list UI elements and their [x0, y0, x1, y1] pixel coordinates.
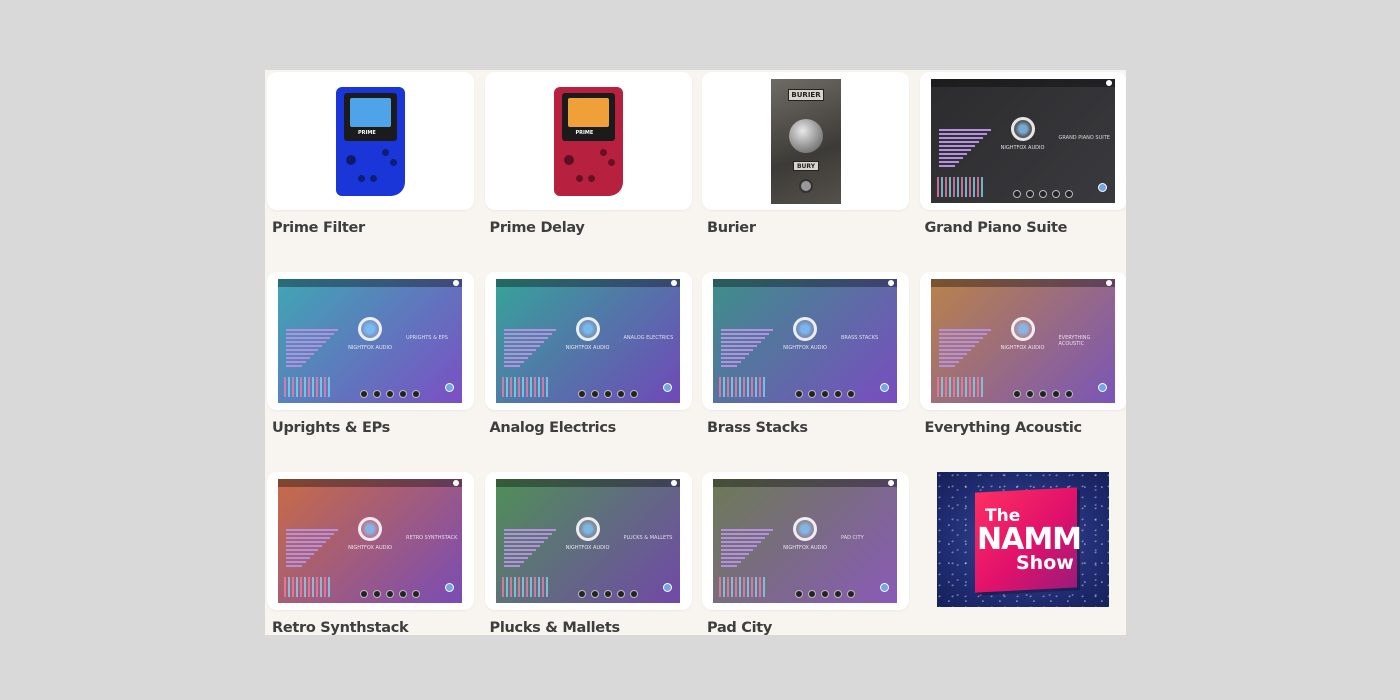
plugin-screenshot: NIGHTFOX AUDIO BRASS STACKS	[713, 279, 897, 403]
product-image-card[interactable]: NIGHTFOX AUDIO GRAND PIANO SUITE	[919, 72, 1126, 210]
namm-show-banner[interactable]: The NAMM Show	[937, 472, 1109, 607]
product-image-card[interactable]: NIGHTFOX AUDIO UPRIGHTS & EPS	[267, 272, 474, 410]
product-image-card[interactable]: NIGHTFOX AUDIO RETRO SYNTHSTACK	[267, 472, 474, 610]
product-image-card[interactable]: NIGHTFOX AUDIO ANALOG ELECTRICS	[484, 272, 692, 410]
product-image-card[interactable]: PRIME	[484, 72, 692, 210]
product-tile[interactable]: NIGHTFOX AUDIO GRAND PIANO SUITE Grand Pia…	[919, 72, 1126, 271]
plugin-screenshot: NIGHTFOX AUDIO RETRO SYNTHSTACK	[278, 479, 462, 603]
product-title[interactable]: Burier	[707, 220, 756, 236]
product-title[interactable]: Everything Acoustic	[925, 420, 1083, 436]
product-image-card[interactable]: NIGHTFOX AUDIO EVERYTHING ACOUSTIC	[919, 272, 1126, 410]
product-title[interactable]: Retro Synthstack	[272, 620, 409, 635]
product-title[interactable]: Prime Delay	[490, 220, 585, 236]
device-image: PRIME	[336, 87, 405, 196]
product-tile[interactable]: NIGHTFOX AUDIO ANALOG ELECTRICS Analog Ele…	[484, 272, 692, 471]
product-image-card[interactable]: PRIME	[267, 72, 474, 210]
plugin-screenshot: NIGHTFOX AUDIO GRAND PIANO SUITE	[930, 79, 1115, 203]
product-tile[interactable]: PRIME Prime Delay	[484, 72, 692, 271]
plugin-screenshot: NIGHTFOX AUDIO PAD CITY	[713, 479, 897, 603]
product-tile[interactable]: NIGHTFOX AUDIO RETRO SYNTHSTACK Retro Synt…	[267, 472, 474, 635]
product-title[interactable]: Pad City	[707, 620, 772, 635]
product-tile[interactable]: NIGHTFOX AUDIO PAD CITY Pad City	[702, 472, 909, 635]
product-image-card[interactable]: NIGHTFOX AUDIO PLUCKS & MALLETS	[484, 472, 692, 610]
product-title[interactable]: Grand Piano Suite	[925, 220, 1068, 236]
product-tile[interactable]: NIGHTFOX AUDIO BRASS STACKS Brass Stacks	[702, 272, 909, 471]
product-tile[interactable]: NIGHTFOX AUDIO EVERYTHING ACOUSTIC Everyth…	[919, 272, 1126, 471]
product-title[interactable]: Brass Stacks	[707, 420, 808, 436]
product-title[interactable]: Analog Electrics	[490, 420, 617, 436]
device-image: PRIME	[553, 87, 623, 196]
plugin-screenshot: NIGHTFOX AUDIO UPRIGHTS & EPS	[278, 279, 462, 403]
product-tile[interactable]: BURIER BURY Burier	[702, 72, 909, 271]
plugin-screenshot: NIGHTFOX AUDIO EVERYTHING ACOUSTIC	[930, 279, 1115, 403]
plugin-screenshot: NIGHTFOX AUDIO ANALOG ELECTRICS	[495, 279, 680, 403]
product-grid-panel: PRIME Prime Filter PRIME Prime Delay BURIER B…	[265, 70, 1126, 635]
product-title[interactable]: Plucks & Mallets	[490, 620, 621, 635]
product-image-card[interactable]: NIGHTFOX AUDIO PAD CITY	[702, 472, 909, 610]
product-title[interactable]: Prime Filter	[272, 220, 365, 236]
product-tile[interactable]: NIGHTFOX AUDIO PLUCKS & MALLETS Plucks & M…	[484, 472, 692, 635]
pedal-image: BURIER BURY	[771, 79, 841, 204]
namm-line-show: Show	[1016, 552, 1074, 574]
plugin-screenshot: NIGHTFOX AUDIO PLUCKS & MALLETS	[495, 479, 680, 603]
product-image-card[interactable]: BURIER BURY	[702, 72, 909, 210]
product-tile[interactable]: PRIME Prime Filter	[267, 72, 474, 271]
product-image-card[interactable]: NIGHTFOX AUDIO BRASS STACKS	[702, 272, 909, 410]
product-tile[interactable]: NIGHTFOX AUDIO UPRIGHTS & EPS Uprights & E…	[267, 272, 474, 471]
product-title[interactable]: Uprights & EPs	[272, 420, 390, 436]
